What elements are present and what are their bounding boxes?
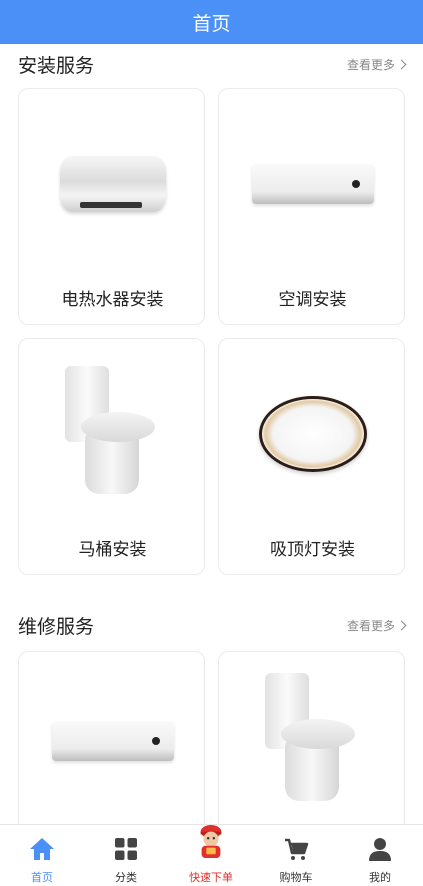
ceiling-lamp-image — [219, 359, 404, 509]
service-card-toilet[interactable]: 马桶安装 — [18, 338, 205, 575]
tab-home[interactable]: 首页 — [0, 825, 84, 886]
tab-label: 我的 — [369, 871, 391, 884]
user-icon — [369, 838, 391, 861]
tab-cart[interactable]: 购物车 — [254, 825, 338, 886]
main-content[interactable]: 安装服务 查看更多 电热水器安装 空调安装 马桶安装 吸顶灯安装 维修服务 查看… — [0, 44, 423, 824]
repair-more-link[interactable]: 查看更多 — [346, 617, 407, 634]
page-title: 首页 — [192, 12, 231, 35]
more-link-label: 查看更多 — [346, 57, 395, 72]
service-card-label: 电热水器安装 — [61, 290, 164, 310]
install-more-link[interactable]: 查看更多 — [346, 56, 407, 73]
tab-category[interactable]: 分类 — [84, 825, 168, 886]
grid-icon — [115, 838, 137, 860]
toilet-image — [19, 359, 204, 509]
section-title: 维修服务 — [18, 615, 95, 638]
air-conditioner-image — [219, 109, 404, 259]
tab-label: 首页 — [31, 871, 53, 884]
service-card-air-conditioner[interactable]: 空调安装 — [218, 88, 405, 325]
page-header: 首页 — [0, 0, 423, 44]
home-icon — [30, 838, 54, 860]
tab-label: 购物车 — [279, 871, 313, 884]
section-title: 安装服务 — [18, 54, 95, 77]
service-card-label: 吸顶灯安装 — [270, 540, 355, 560]
water-heater-image — [19, 109, 204, 259]
service-card-label: 空调安装 — [278, 290, 347, 310]
cart-icon — [285, 838, 309, 860]
toilet-image — [219, 666, 404, 816]
bottom-tab-bar: 首页 分类 快速下单 购物车 我的 — [0, 824, 423, 886]
air-conditioner-image — [19, 666, 204, 816]
service-card-water-heater[interactable]: 电热水器安装 — [18, 88, 205, 325]
repair-card-air-conditioner[interactable] — [18, 651, 205, 824]
worker-mascot-icon — [200, 825, 222, 858]
service-card-label: 马桶安装 — [78, 540, 147, 560]
repair-section-header: 维修服务 查看更多 — [18, 610, 407, 640]
chevron-right-icon — [396, 620, 407, 630]
install-section-header: 安装服务 查看更多 — [18, 49, 407, 79]
more-link-label: 查看更多 — [346, 618, 395, 633]
tab-label: 分类 — [115, 871, 137, 884]
service-card-ceiling-lamp[interactable]: 吸顶灯安装 — [218, 338, 405, 575]
repair-card-toilet[interactable] — [218, 651, 405, 824]
tab-mine[interactable]: 我的 — [338, 825, 422, 886]
chevron-right-icon — [396, 59, 407, 69]
tab-label: 快速下单 — [189, 871, 233, 884]
tab-quick-order[interactable]: 快速下单 — [169, 825, 253, 886]
